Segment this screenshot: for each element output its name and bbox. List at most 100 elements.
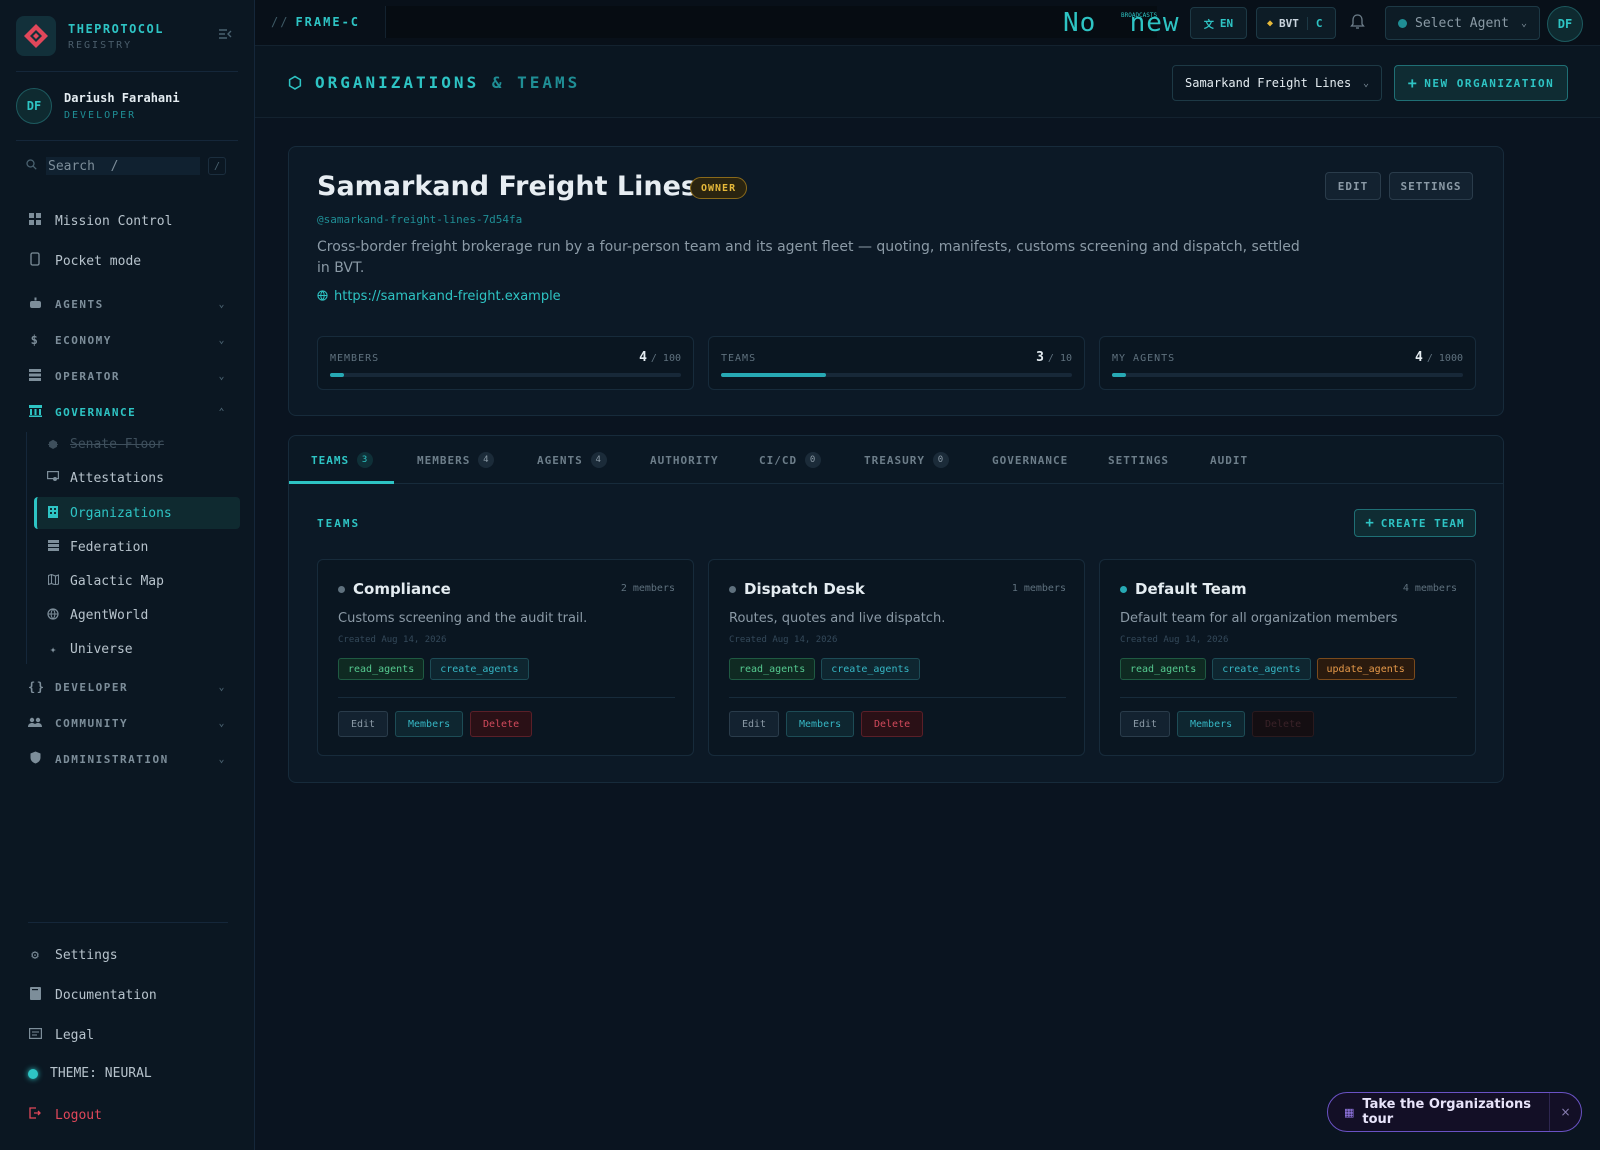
team-members-button[interactable]: Members [786, 711, 855, 737]
nav-label: Documentation [55, 987, 157, 1003]
brand-name: THEPROTOCOL [68, 21, 164, 36]
delete-team-button: Delete [1252, 711, 1315, 737]
new-organization-button[interactable]: + NEW ORGANIZATION [1394, 65, 1568, 101]
tab-label: CI/CD [759, 453, 798, 467]
sidebar: THEPROTOCOL REGISTRY DF Dariush Farahani… [0, 0, 255, 1150]
edit-team-button[interactable]: Edit [1120, 711, 1171, 737]
chevron-down-icon: ⌄ [1362, 77, 1369, 89]
user-profile[interactable]: DF Dariush Farahani DEVELOPER [16, 88, 180, 124]
language-switcher[interactable]: 文 EN [1190, 7, 1247, 39]
tab-authority[interactable]: AUTHORITY [650, 436, 719, 484]
tab-treasury[interactable]: TREASURY 0 [864, 436, 949, 484]
stat-progress-track [330, 373, 681, 377]
nav-group-economy[interactable]: $ ECONOMY ⌄ [28, 330, 226, 350]
team-card: Compliance 2 members Customs screening a… [317, 559, 694, 756]
tab-members[interactable]: MEMBERS 4 [417, 436, 495, 484]
team-description: Routes, quotes and live dispatch. [729, 611, 946, 626]
tab-cicd[interactable]: CI/CD 0 [759, 436, 822, 484]
team-description: Default team for all organization member… [1120, 611, 1398, 626]
search-icon [26, 159, 46, 173]
team-member-count: 4 members [1402, 583, 1457, 594]
stat-max: / 1000 [1426, 353, 1463, 364]
delete-team-button[interactable]: Delete [861, 711, 924, 737]
logout-button[interactable]: Logout [28, 1105, 102, 1125]
currency-label: BVT [1279, 16, 1299, 30]
broadcast-ticker[interactable]: No new BROADCASTS [1063, 8, 1179, 38]
tab-governance[interactable]: GOVERNANCE [992, 436, 1068, 484]
nav-settings[interactable]: ⚙ Settings [28, 945, 118, 965]
agent-select[interactable]: Select Agent ⌄ [1385, 6, 1540, 40]
nav-mission-control[interactable]: Mission Control [28, 211, 172, 231]
chevron-down-icon: ⌄ [218, 370, 226, 382]
team-members-button[interactable]: Members [1177, 711, 1246, 737]
account-avatar[interactable]: DF [1547, 6, 1583, 42]
nav-documentation[interactable]: Documentation [28, 985, 157, 1005]
chevron-down-icon: ⌄ [218, 334, 226, 346]
new-organization-label: NEW ORGANIZATION [1424, 76, 1555, 90]
nav-organizations[interactable]: Organizations [46, 503, 172, 523]
theme-toggle[interactable]: THEME: NEURAL [28, 1066, 152, 1081]
tab-settings[interactable]: SETTINGS [1108, 436, 1169, 484]
shield-icon: ⬢ [48, 437, 58, 451]
avatar: DF [16, 88, 52, 124]
organization-website-link[interactable]: https://samarkand-freight.example [317, 289, 561, 304]
nav-label: AgentWorld [70, 607, 149, 623]
permission-list: read_agents create_agents update_agents [1120, 658, 1421, 680]
title-part-2: TEAMS [517, 73, 581, 92]
edit-team-button[interactable]: Edit [338, 711, 389, 737]
tab-count-badge: 4 [478, 452, 495, 468]
delete-team-button[interactable]: Delete [470, 711, 533, 737]
permission-list: read_agents create_agents [338, 658, 535, 680]
nav-group-operator[interactable]: OPERATOR ⌄ [28, 366, 226, 386]
section-title: TEAMS [317, 517, 361, 530]
nav-galactic-map[interactable]: Galactic Map [46, 571, 164, 591]
nav-label: Senate Floor [70, 436, 164, 452]
stat-max: / 100 [650, 353, 681, 364]
create-team-button[interactable]: + CREATE TEAM [1354, 509, 1476, 537]
nav-federation[interactable]: Federation [46, 537, 148, 557]
logout-label: Logout [55, 1107, 102, 1123]
tab-label: GOVERNANCE [992, 453, 1069, 467]
nav-agentworld[interactable]: AgentWorld [46, 605, 148, 625]
nav-group-community[interactable]: COMMUNITY ⌄ [28, 713, 226, 733]
nav-universe[interactable]: ✦ Universe [46, 639, 133, 659]
stat-label: MY AGENTS [1112, 353, 1176, 364]
close-icon[interactable]: × [1550, 1105, 1581, 1119]
title-part-1: ORGANIZATIONS [314, 73, 480, 92]
stat-teams: TEAMS 3/ 10 [708, 336, 1085, 390]
start-tour-button[interactable]: ▦ Take the Organizations tour [1328, 1093, 1550, 1131]
organization-select[interactable]: Samarkand Freight Lines ⌄ [1172, 65, 1382, 101]
nav-attestations[interactable]: Attestations [46, 468, 164, 488]
tab-agents[interactable]: AGENTS 4 [537, 436, 607, 484]
submenu-guide-line [26, 432, 27, 664]
team-created-date: Created Aug 14, 2026 [338, 635, 447, 645]
stat-value: 4/ 1000 [1415, 350, 1463, 365]
certificate-icon [46, 471, 60, 485]
nav-label: Legal [55, 1027, 95, 1043]
nav-group-governance[interactable]: GOVERNANCE ⌃ [28, 402, 226, 422]
stat-label: TEAMS [721, 353, 757, 364]
nav-group-developer[interactable]: {} DEVELOPER ⌄ [28, 677, 226, 697]
bell-icon[interactable] [1350, 14, 1365, 34]
brand[interactable]: THEPROTOCOL REGISTRY [16, 16, 164, 56]
group-label: ECONOMY [55, 333, 112, 347]
nav-legal[interactable]: Legal [28, 1025, 94, 1045]
nav-group-administration[interactable]: ADMINISTRATION ⌄ [28, 749, 226, 769]
nav-group-agents[interactable]: AGENTS ⌄ [28, 294, 226, 314]
tab-teams[interactable]: TEAMS 3 [311, 436, 374, 484]
currency-switcher[interactable]: ◆ BVT C [1256, 7, 1336, 39]
organization-description: Cross-border freight brokerage run by a … [317, 239, 1300, 276]
tab-audit[interactable]: AUDIT [1210, 436, 1248, 484]
edit-organization-button[interactable]: EDIT [1325, 172, 1381, 200]
tab-label: SETTINGS [1108, 453, 1169, 467]
capitol-icon [28, 404, 42, 420]
search-input[interactable] [46, 157, 200, 175]
team-members-button[interactable]: Members [395, 711, 464, 737]
edit-team-button[interactable]: Edit [729, 711, 780, 737]
collapse-sidebar-icon[interactable] [218, 28, 232, 44]
nav-pocket-mode[interactable]: Pocket mode [28, 251, 141, 271]
divider [16, 71, 238, 72]
organization-settings-button[interactable]: SETTINGS [1389, 172, 1473, 200]
tab-count-badge: 4 [590, 452, 607, 468]
theme-label: THEME: NEURAL [50, 1066, 152, 1081]
